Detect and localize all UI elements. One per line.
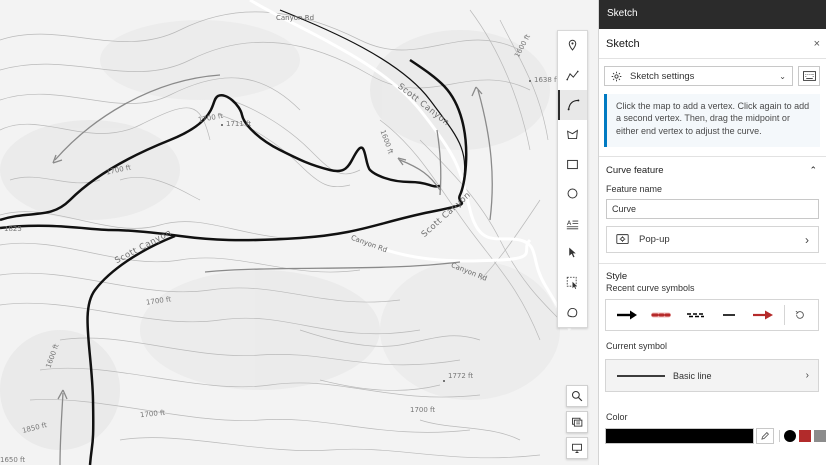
recent-symbol[interactable] bbox=[644, 302, 678, 328]
recent-symbol[interactable] bbox=[610, 302, 644, 328]
layers-button[interactable] bbox=[566, 411, 588, 433]
select-icon bbox=[569, 248, 576, 258]
elevation-label: 1772 ft bbox=[448, 372, 474, 380]
elevation-label: 1650 ft bbox=[0, 456, 26, 464]
map-view[interactable]: Canyon Rd Canyon Rd Canyon Rd Scott Cany… bbox=[0, 0, 598, 465]
recent-symbols-label: Recent curve symbols bbox=[606, 283, 695, 293]
keyboard-icon bbox=[802, 71, 816, 81]
preset-color-red[interactable] bbox=[799, 430, 811, 442]
arrow-black-symbol-icon bbox=[617, 310, 637, 320]
monitor-icon bbox=[572, 443, 582, 453]
current-symbol-button[interactable]: Basic line › bbox=[605, 359, 819, 392]
sketch-settings-label: Sketch settings bbox=[630, 70, 695, 82]
recent-symbol[interactable] bbox=[678, 302, 712, 328]
polygon-tool[interactable] bbox=[558, 120, 587, 150]
close-icon[interactable]: × bbox=[814, 38, 820, 50]
red-dashed-symbol-icon bbox=[651, 312, 671, 318]
freehand-tool[interactable] bbox=[558, 297, 587, 327]
color-label: Color bbox=[606, 412, 628, 422]
pencil-icon bbox=[761, 432, 770, 440]
preset-color-gray[interactable] bbox=[814, 430, 826, 442]
rectangle-icon bbox=[567, 159, 578, 169]
select-tool[interactable] bbox=[558, 238, 587, 268]
point-tool[interactable] bbox=[558, 31, 587, 61]
recent-symbol[interactable] bbox=[712, 302, 746, 328]
lasso-select-tool[interactable] bbox=[558, 268, 587, 298]
fullscreen-button[interactable] bbox=[566, 437, 588, 459]
polyline-tool[interactable] bbox=[558, 61, 587, 91]
popup-label: Pop-up bbox=[639, 234, 670, 245]
recent-symbol[interactable] bbox=[746, 302, 780, 328]
panel-top-title: Sketch bbox=[607, 8, 638, 19]
circle-icon bbox=[567, 188, 578, 199]
panel-title: Sketch bbox=[606, 37, 640, 50]
curve-icon bbox=[567, 99, 580, 111]
panel-top-bar: Sketch bbox=[599, 0, 826, 29]
curve-feature-header[interactable]: Curve feature ⌃ bbox=[599, 156, 826, 184]
polyline-icon bbox=[566, 70, 579, 81]
style-title: Style bbox=[606, 271, 628, 282]
road-label: Canyon Rd bbox=[276, 14, 315, 22]
svg-text:A: A bbox=[567, 219, 572, 227]
chevron-up-icon: ⌃ bbox=[809, 165, 817, 175]
elevation-label: 1700 ft bbox=[410, 406, 436, 414]
popup-button[interactable]: Pop-up › bbox=[606, 226, 819, 253]
edit-color-button[interactable] bbox=[756, 428, 774, 444]
gear-icon bbox=[611, 71, 622, 81]
chevron-down-icon: ⌄ bbox=[779, 71, 786, 81]
instruction-notice: Click the map to add a vertex. Click aga… bbox=[604, 94, 820, 147]
current-symbol-label: Current symbol bbox=[606, 341, 668, 351]
basic-line-symbol-icon bbox=[617, 374, 665, 377]
text-tool[interactable]: A bbox=[558, 209, 587, 239]
current-symbol-value: Basic line bbox=[673, 370, 712, 381]
topographic-basemap bbox=[0, 0, 572, 465]
chevron-right-icon: › bbox=[805, 232, 809, 247]
chevron-right-icon: › bbox=[805, 370, 809, 381]
reset-symbols-button[interactable] bbox=[789, 302, 811, 328]
preset-color-black[interactable] bbox=[784, 430, 796, 442]
solid-line-symbol-icon bbox=[723, 314, 735, 316]
preset-colors bbox=[779, 430, 826, 442]
polygon-icon bbox=[567, 129, 578, 140]
curve-tool[interactable] bbox=[558, 90, 587, 120]
panel-header: Sketch × bbox=[599, 29, 826, 59]
curve-feature-title: Curve feature bbox=[606, 165, 664, 176]
reset-icon bbox=[795, 310, 804, 319]
elevation-label: 1825 bbox=[4, 225, 22, 233]
checker-dashed-symbol-icon bbox=[687, 313, 704, 318]
sketch-panel: Sketch Sketch × Sketch settings ⌄ Click … bbox=[598, 0, 826, 465]
recent-symbols-list bbox=[605, 299, 819, 331]
arrow-red-symbol-icon bbox=[753, 310, 773, 320]
sketch-tool-strip: A bbox=[557, 30, 588, 328]
search-icon bbox=[571, 390, 583, 402]
search-button[interactable] bbox=[566, 385, 588, 407]
current-color-swatch[interactable] bbox=[605, 428, 755, 444]
text-icon: A bbox=[566, 219, 579, 230]
feature-name-input[interactable]: Curve bbox=[606, 199, 819, 219]
freehand-icon bbox=[567, 307, 578, 317]
sketch-settings-dropdown[interactable]: Sketch settings ⌄ bbox=[604, 66, 793, 86]
lasso-select-icon bbox=[566, 276, 577, 290]
layer-list-icon bbox=[572, 417, 583, 427]
popup-settings-icon bbox=[616, 234, 629, 245]
divider bbox=[784, 305, 785, 325]
keyboard-shortcuts-button[interactable] bbox=[798, 66, 820, 86]
settings-row: Sketch settings ⌄ bbox=[599, 59, 826, 86]
feature-name-label: Feature name bbox=[606, 184, 663, 194]
rectangle-tool[interactable] bbox=[558, 149, 587, 179]
color-row bbox=[605, 428, 826, 444]
point-icon bbox=[568, 40, 577, 52]
elevation-label: 1638 ft bbox=[534, 76, 560, 84]
circle-tool[interactable] bbox=[558, 179, 587, 209]
elevation-label: 1711 ft bbox=[226, 120, 252, 128]
